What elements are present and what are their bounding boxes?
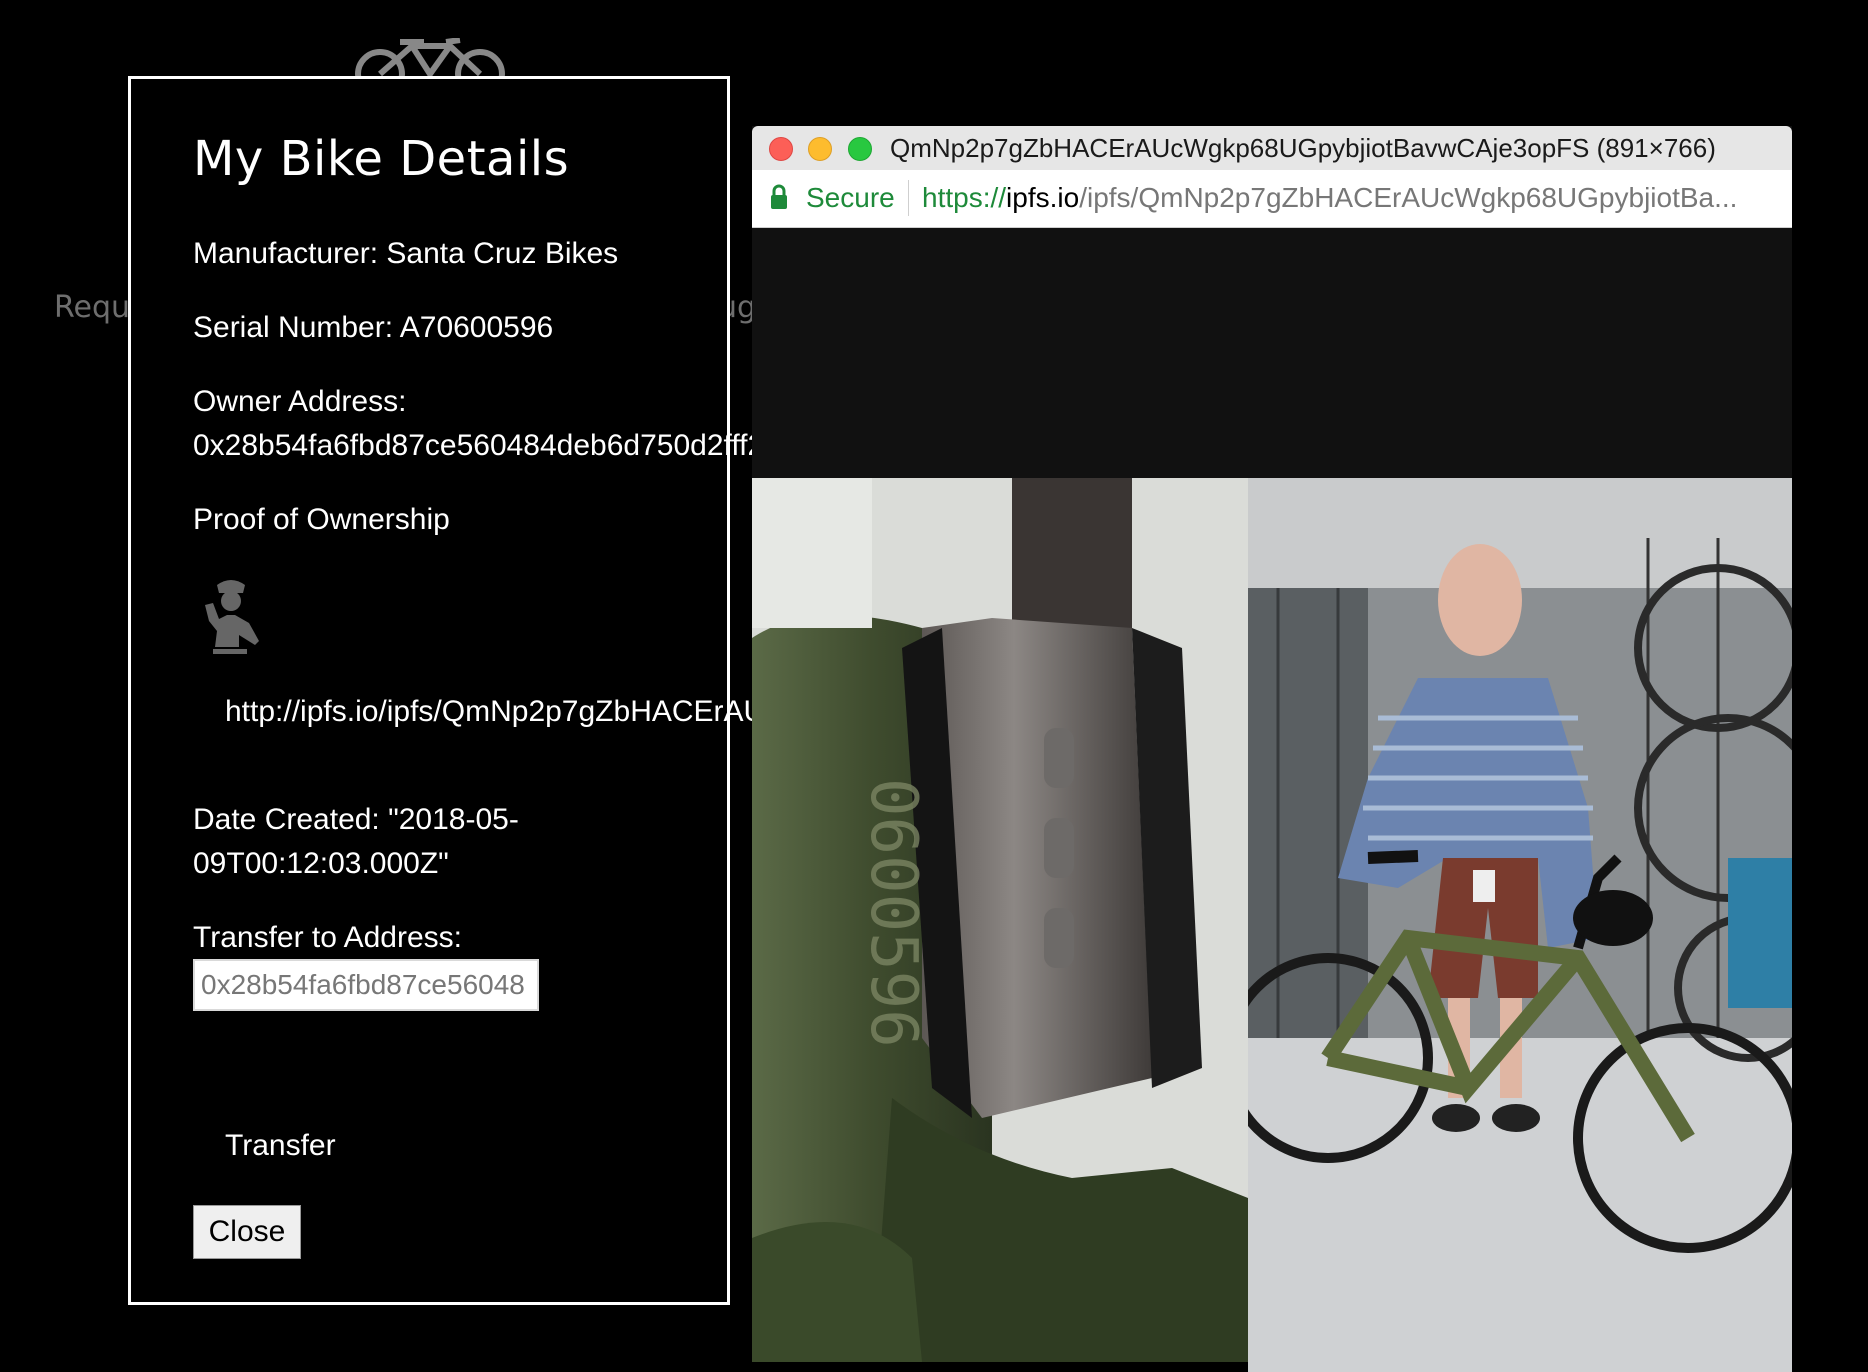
window-title: QmNp2p7gZbHACErAUcWgkp68UGpybjiotBavwCAj… xyxy=(890,133,1716,163)
lock-icon xyxy=(771,184,787,209)
image-content-area: 0600596 xyxy=(752,228,1792,1372)
serial-number-text: Serial Number: A70600596 xyxy=(193,311,554,344)
url-host: ipfs.io xyxy=(1006,182,1080,213)
date-created-line-1: Date Created: "2018-05- xyxy=(193,803,519,836)
transfer-address-input[interactable] xyxy=(193,959,539,1011)
proof-of-ownership-link[interactable]: http://ipfs.io/ipfs/QmNp2p7gZbHACErAU xyxy=(225,695,765,729)
image-viewer-window: QmNp2p7gZbHACErAUcWgkp68UGpybjiotBavwCAj… xyxy=(752,126,1792,1372)
proof-of-ownership-label: Proof of Ownership xyxy=(193,503,450,536)
owner-with-bike-photo xyxy=(1248,478,1792,1372)
owner-address-label: Owner Address: xyxy=(193,385,407,418)
close-button[interactable]: Close xyxy=(193,1205,301,1259)
maximize-window-icon[interactable] xyxy=(848,137,872,161)
close-window-icon[interactable] xyxy=(769,137,793,161)
secure-label: Secure xyxy=(806,182,895,213)
address-divider xyxy=(908,180,909,216)
manufacturer-text: Manufacturer: Santa Cruz Bikes xyxy=(193,237,619,270)
modal-title: My Bike Details xyxy=(193,131,570,187)
svg-text:0600596: 0600596 xyxy=(856,778,930,1048)
minimize-window-icon[interactable] xyxy=(808,137,832,161)
owner-address-value: 0x28b54fa6fbd87ce560484deb6d750d2fff2 xyxy=(193,429,765,462)
url-scheme: https:// xyxy=(922,182,1007,213)
transfer-address-label: Transfer to Address: xyxy=(193,921,463,954)
bike-details-modal: My Bike Details Manufacturer: Santa Cruz… xyxy=(128,76,765,1305)
transfer-button[interactable]: Transfer xyxy=(225,1129,336,1163)
url-text[interactable]: https://ipfs.io/ipfs/QmNp2p7gZbHACErAUcW… xyxy=(922,182,1737,214)
serial-number-closeup-photo: 0600596 xyxy=(752,478,1248,1362)
date-created-line-2: 09T00:12:03.000Z" xyxy=(193,847,449,880)
address-bar[interactable]: Secure https://ipfs.io/ipfs/QmNp2p7gZbHA… xyxy=(752,170,1792,228)
window-title-bar[interactable]: QmNp2p7gZbHACErAUcWgkp68UGpybjiotBavwCAj… xyxy=(752,126,1792,170)
url-path: /ipfs/QmNp2p7gZbHACErAUcWgkp68UGpybjiotB… xyxy=(1079,182,1738,213)
background-page-text-left: Requ xyxy=(54,290,131,325)
police-officer-icon xyxy=(205,580,259,654)
